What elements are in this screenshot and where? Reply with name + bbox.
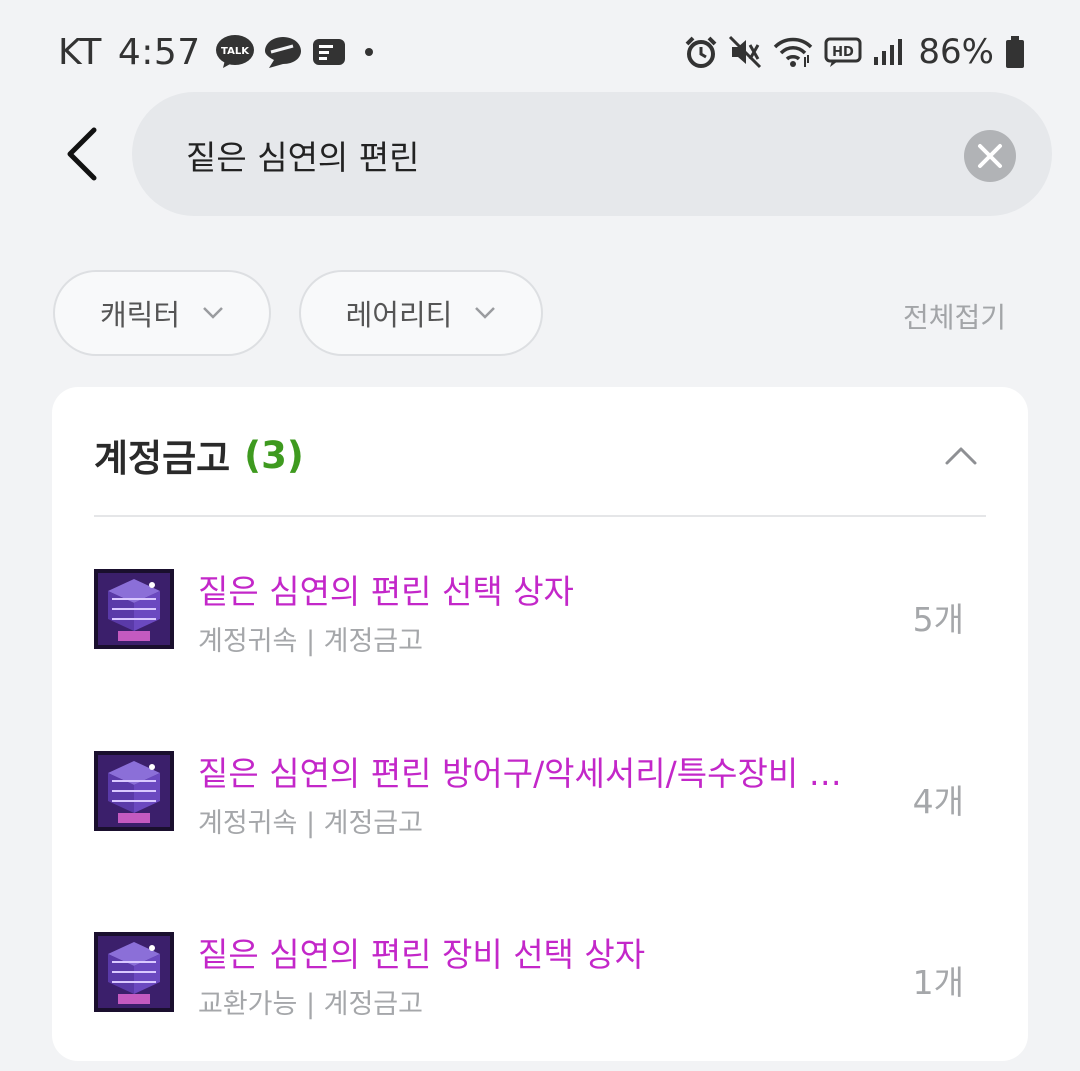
wifi-icon bbox=[774, 37, 813, 67]
section-count: (3) bbox=[244, 433, 304, 477]
chevron-up-icon bbox=[945, 447, 977, 465]
mute-icon bbox=[729, 35, 762, 69]
clear-search-button[interactable] bbox=[964, 130, 1016, 182]
item-name: 짙은 심연의 편린 장비 선택 상자 bbox=[198, 935, 646, 972]
list-item[interactable]: 짙은 심연의 편린 방어구/악세서리/특수장비 선... 계정귀속 | 계정금고… bbox=[94, 751, 986, 861]
list-item[interactable]: 짙은 심연의 편린 장비 선택 상자 교환가능 | 계정금고 1개 bbox=[94, 932, 986, 1042]
account-storage-section: 계정금고 (3) 짙은 심연의 편린 선택 상자 계정귀속 | 계정금고 5개 bbox=[52, 387, 1028, 1061]
item-quantity: 1개 bbox=[912, 963, 964, 1002]
item-meta: 계정귀속 | 계정금고 bbox=[198, 808, 423, 839]
news-icon bbox=[312, 39, 345, 65]
item-meta: 교환가능 | 계정금고 bbox=[198, 989, 423, 1020]
search-row bbox=[0, 90, 1080, 218]
item-meta: 계정귀속 | 계정금고 bbox=[198, 626, 423, 657]
carrier-label: KT bbox=[58, 31, 102, 73]
battery-icon bbox=[1006, 36, 1024, 68]
section-title: 계정금고 bbox=[94, 437, 231, 480]
clock-time: 4:57 bbox=[117, 31, 201, 73]
section-collapse-button[interactable] bbox=[936, 433, 986, 479]
svg-text:HD: HD bbox=[833, 45, 855, 60]
clear-icon bbox=[978, 144, 1002, 168]
signal-icon bbox=[874, 39, 903, 65]
item-box-icon bbox=[94, 569, 174, 649]
divider bbox=[94, 515, 986, 517]
item-quantity: 4개 bbox=[912, 782, 964, 821]
section-header: 계정금고 (3) bbox=[94, 425, 986, 485]
chevron-down-icon bbox=[475, 307, 496, 319]
talk-icon: TALK bbox=[215, 35, 254, 68]
chevron-down-icon bbox=[203, 307, 223, 319]
more-notifications-dot bbox=[364, 48, 373, 56]
search-bar bbox=[132, 92, 1052, 216]
item-name: 짙은 심연의 편린 선택 상자 bbox=[198, 572, 574, 609]
alarm-icon bbox=[686, 36, 717, 68]
svg-text:TALK: TALK bbox=[221, 46, 250, 57]
item-name: 짙은 심연의 편린 방어구/악세서리/특수장비 선... bbox=[198, 754, 868, 791]
chat-bubble-icon bbox=[264, 37, 301, 68]
battery-percent: 86% bbox=[918, 32, 994, 72]
character-filter-label: 캐릭터 bbox=[99, 298, 181, 332]
back-button[interactable] bbox=[52, 122, 112, 186]
status-left: KT 4:57 TALK bbox=[58, 28, 373, 76]
notification-icons: TALK bbox=[215, 34, 347, 70]
search-input[interactable] bbox=[184, 122, 948, 188]
back-arrow-icon bbox=[67, 127, 97, 181]
rarity-filter-dropdown[interactable]: 레어리티 bbox=[299, 270, 543, 356]
filter-row: 캐릭터 레어리티 전체접기 bbox=[0, 268, 1080, 362]
item-box-icon bbox=[94, 932, 174, 1012]
status-right: HD 86% bbox=[684, 28, 1026, 76]
status-bar: KT 4:57 TALK HD 86% bbox=[0, 0, 1080, 100]
character-filter-dropdown[interactable]: 캐릭터 bbox=[53, 270, 271, 356]
list-item[interactable]: 짙은 심연의 편린 선택 상자 계정귀속 | 계정금고 5개 bbox=[94, 569, 986, 679]
hd-icon: HD bbox=[824, 37, 862, 67]
rarity-filter-label: 레어리티 bbox=[345, 298, 453, 332]
item-quantity: 5개 bbox=[912, 600, 964, 639]
collapse-all-button[interactable]: 전체접기 bbox=[903, 296, 1006, 336]
item-box-icon bbox=[94, 751, 174, 831]
